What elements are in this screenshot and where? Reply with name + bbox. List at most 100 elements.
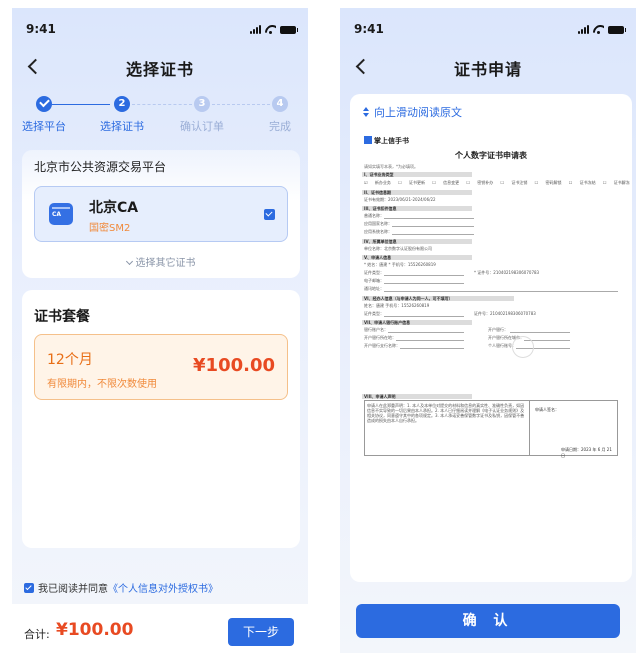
form-line: 开户银行支行名称： bbox=[364, 343, 400, 348]
status-time: 9:41 bbox=[354, 22, 384, 36]
signature-label: 申请人签名： bbox=[535, 407, 559, 412]
nav-bar: 选择证书 bbox=[12, 52, 308, 82]
ca-certificate-icon bbox=[49, 203, 73, 225]
step-connector bbox=[132, 104, 192, 105]
underline bbox=[384, 291, 618, 292]
application-form-document: 掌上信手书 个人数字证书申请表 请如实填写本表，*为必填项。 I、证书业务类型 … bbox=[362, 136, 630, 462]
declaration-text: 申请人在此郑重声明：1. 本人及本单位对提交的材料和信息的真实性、准确性负责，如… bbox=[367, 403, 525, 423]
nav-bar: 证书申请 bbox=[340, 52, 636, 82]
form-section-header: III、证书扣件信息 bbox=[362, 206, 472, 211]
plan-name: 12个月 bbox=[47, 352, 93, 368]
next-button[interactable]: 下一步 bbox=[228, 618, 294, 646]
form-section-header: VIII、申请人声明 bbox=[362, 394, 472, 399]
business-type-options: ☑ 新办业务 ☐ 证书更新 ☐ 信息变更 ☐ 密钥补办 ☐ 证书注销 ☐ 密码解… bbox=[364, 180, 630, 185]
page-title: 证书申请 bbox=[453, 60, 522, 79]
step-connector bbox=[212, 104, 270, 105]
underline bbox=[384, 283, 464, 284]
signal-icon bbox=[578, 24, 589, 34]
agreement-text: 我已阅读并同意 bbox=[38, 584, 108, 595]
document-card[interactable]: 向上滑动阅读原文 掌上信手书 个人数字证书申请表 请如实填写本表，*为必填项。 … bbox=[350, 94, 632, 582]
underline bbox=[384, 275, 464, 276]
system-icons bbox=[578, 24, 626, 34]
step-connector bbox=[52, 104, 110, 105]
wifi-icon bbox=[265, 25, 276, 34]
choose-other-certificate-link[interactable]: 选择其它证书 bbox=[22, 254, 300, 269]
ca-option-beijing[interactable]: 北京CA 国密SM2 bbox=[34, 186, 288, 242]
brand-name: 掌上信手书 bbox=[374, 137, 409, 145]
form-line: 普通名称： bbox=[364, 213, 384, 218]
package-card: 证书套餐 12个月 有限期内，不限次数使用 ¥100.00 bbox=[22, 290, 300, 548]
step-2-indicator: 2 bbox=[114, 96, 130, 112]
form-line: 开户银行所在地： bbox=[364, 335, 396, 340]
agreement-checkbox[interactable] bbox=[24, 583, 34, 593]
form-line: 银行账户名： bbox=[364, 327, 388, 332]
form-line: 开户银行： bbox=[488, 327, 508, 332]
bottom-bar: 合计: ¥100.00 下一步 bbox=[12, 604, 308, 653]
battery-icon bbox=[608, 26, 626, 34]
check-icon[interactable] bbox=[264, 209, 275, 220]
select-certificate-screen: 9:41 选择证书 2 3 4 选择平台 选择证书 确认订单 完成 北京市公共资… bbox=[12, 8, 308, 653]
underline bbox=[384, 218, 474, 219]
ca-algorithm: 国密SM2 bbox=[89, 223, 131, 234]
signal-icon bbox=[250, 24, 261, 34]
application-date: 申请日期：2023 年 6 月 21 日 bbox=[561, 447, 612, 458]
status-bar: 9:41 bbox=[12, 22, 308, 38]
form-line: * 证件号：210402198306070783 bbox=[474, 270, 540, 275]
page-title: 选择证书 bbox=[125, 60, 194, 79]
plan-description: 有限期内，不限次数使用 bbox=[47, 379, 157, 390]
platform-card: 北京市公共资源交易平台 北京CA 国密SM2 选择其它证书 bbox=[22, 150, 300, 278]
underline bbox=[400, 348, 464, 349]
underline bbox=[392, 234, 474, 235]
authorization-link[interactable]: 《个人信息对外授权书》 bbox=[108, 584, 218, 595]
status-time: 9:41 bbox=[26, 22, 56, 36]
ca-name: 北京CA bbox=[89, 200, 139, 216]
total-label: 合计: bbox=[24, 628, 50, 641]
form-line: 证件类型： bbox=[364, 270, 384, 275]
form-line: 证书有效期：2023/06/21-2024/06/22 bbox=[364, 197, 436, 202]
underline bbox=[510, 332, 570, 333]
brand-logo: 掌上信手书 bbox=[364, 136, 409, 146]
step-1-label: 选择平台 bbox=[22, 120, 66, 133]
step-3-label: 确认订单 bbox=[180, 120, 224, 133]
certificate-application-screen: 9:41 证书申请 向上滑动阅读原文 掌上信手书 个人数字证书申请表 请如实填写… bbox=[340, 8, 636, 653]
status-bar: 9:41 bbox=[340, 22, 636, 38]
step-4-indicator: 4 bbox=[272, 96, 288, 112]
scroll-read-tip[interactable]: 向上滑动阅读原文 bbox=[362, 104, 462, 120]
platform-title: 北京市公共资源交易平台 bbox=[34, 160, 167, 174]
wifi-icon bbox=[593, 25, 604, 34]
form-line: 应用国家名称： bbox=[364, 221, 392, 226]
underline bbox=[392, 226, 474, 227]
agreement-row: 我已阅读并同意《个人信息对外授权书》 bbox=[24, 580, 218, 595]
step-4-label: 完成 bbox=[269, 120, 291, 133]
form-line: 证件号：210402198306070783 bbox=[474, 311, 536, 316]
scroll-updown-icon bbox=[362, 107, 369, 117]
chevron-down-icon bbox=[125, 257, 133, 266]
document-note: 请如实填写本表，*为必填项。 bbox=[364, 164, 418, 169]
document-title: 个人数字证书申请表 bbox=[455, 151, 527, 160]
underline bbox=[396, 340, 464, 341]
form-line: 电子邮箱： bbox=[364, 278, 384, 283]
system-icons bbox=[250, 24, 298, 34]
plan-price: ¥100.00 bbox=[193, 355, 275, 376]
form-section-header: IV、所属单位信息 bbox=[362, 239, 472, 244]
form-section-header: I、证书业务类型 bbox=[362, 172, 472, 177]
step-3-indicator: 3 bbox=[194, 96, 210, 112]
form-line: * 姓名：唐建 * 手机号：15526260819 bbox=[364, 262, 436, 267]
form-line: 姓名：唐建 手机号：15526260819 bbox=[364, 303, 430, 308]
step-2-label: 选择证书 bbox=[100, 120, 144, 133]
other-link-label: 选择其它证书 bbox=[135, 258, 196, 269]
form-line: 证件类型： bbox=[364, 311, 384, 316]
underline bbox=[384, 316, 464, 317]
form-line: 应用系统名称： bbox=[364, 229, 392, 234]
divider bbox=[529, 401, 530, 455]
form-section-header: II、证书信息期 bbox=[362, 190, 472, 195]
confirm-button[interactable]: 确 认 bbox=[356, 604, 620, 638]
form-section-header: V、申请人信息 bbox=[362, 255, 472, 260]
form-section-header: VII、申请人银行账户信息 bbox=[362, 320, 472, 325]
package-title: 证书套餐 bbox=[34, 309, 90, 325]
form-section-header: VI、经办人信息（与申请人为同一人，可不填写） bbox=[362, 296, 514, 301]
scroll-tip-label: 向上滑动阅读原文 bbox=[374, 106, 462, 119]
plan-option-12-months[interactable]: 12个月 有限期内，不限次数使用 ¥100.00 bbox=[34, 334, 288, 400]
total-value: ¥100.00 bbox=[56, 620, 134, 640]
progress-stepper: 2 3 4 选择平台 选择证书 确认订单 完成 bbox=[12, 94, 308, 142]
